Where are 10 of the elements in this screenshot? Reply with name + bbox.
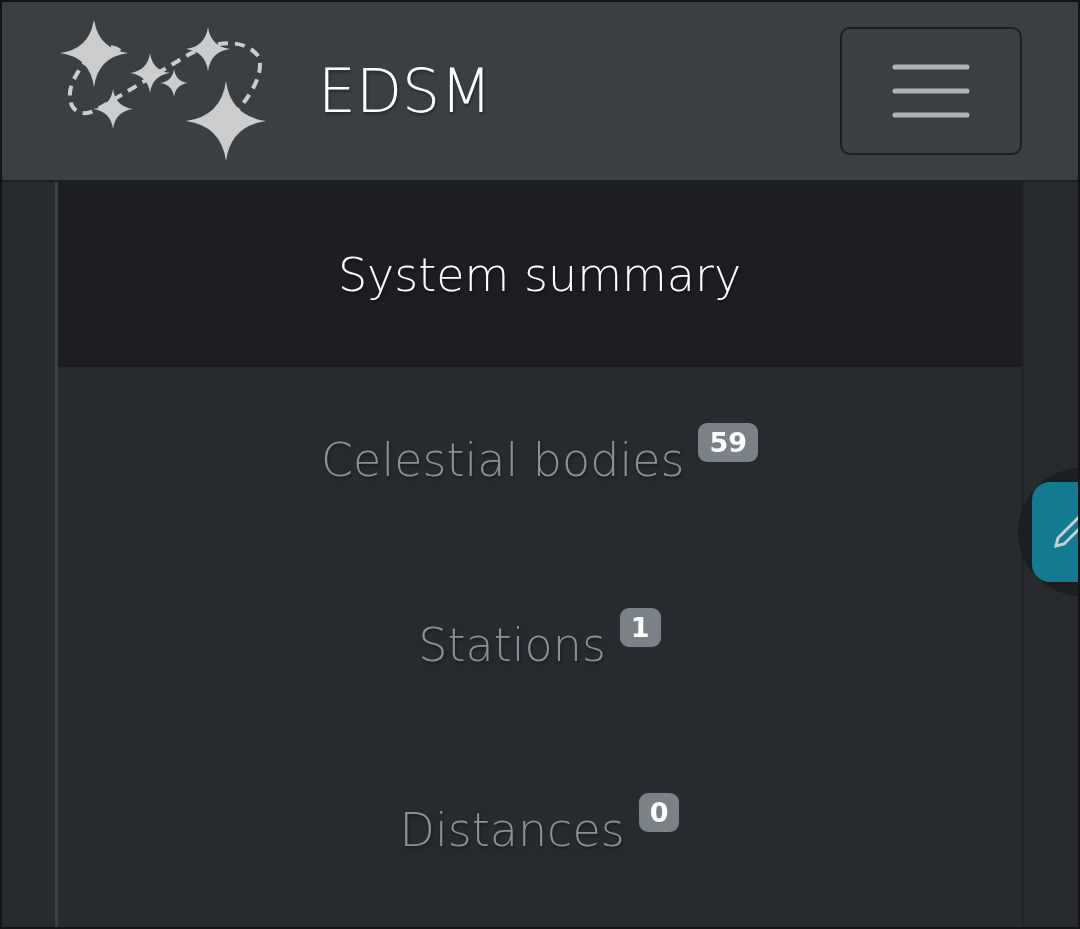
brand-name[interactable]: EDSM bbox=[318, 56, 492, 126]
menu-item[interactable]: Distances 0 bbox=[57, 737, 1022, 922]
count-badge: 0 bbox=[638, 793, 680, 832]
menu-item[interactable]: Stations 1 bbox=[57, 552, 1022, 737]
menu-button[interactable] bbox=[840, 27, 1022, 155]
count-badge: 59 bbox=[698, 423, 758, 462]
menu-item[interactable]: Celestial bodies 59 bbox=[57, 367, 1022, 552]
count-badge: 1 bbox=[619, 608, 661, 647]
pencil-icon bbox=[1052, 514, 1078, 550]
menu-item[interactable]: System summary bbox=[57, 182, 1022, 367]
